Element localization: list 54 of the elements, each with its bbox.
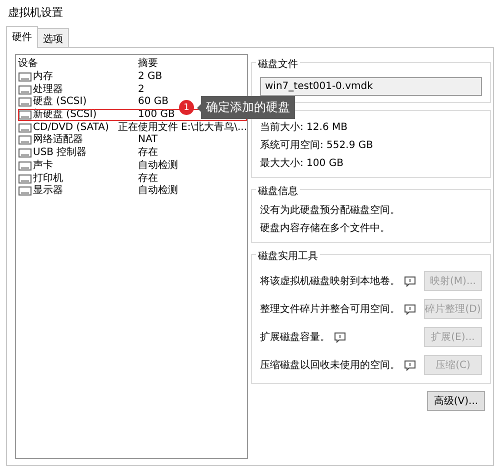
device-summary: 正在使用文件 E:\北大青鸟\... — [118, 122, 247, 134]
device-icon — [18, 135, 32, 146]
device-name[interactable]: 显示器 — [33, 185, 63, 198]
utility-text: 整理文件碎片并整合可用空间。 — [260, 302, 400, 316]
info-icon[interactable] — [404, 276, 416, 286]
info-text: 没有为此硬盘预分配磁盘空间。 — [260, 204, 401, 218]
callout-text: 确定添加的硬盘 — [201, 96, 295, 119]
utility-text: 扩展磁盘容量。 — [260, 330, 330, 344]
info-icon[interactable] — [334, 332, 346, 342]
device-summary: 自动检测 — [138, 185, 178, 198]
group-title: 磁盘实用工具 — [256, 249, 320, 263]
device-name[interactable]: USB 控制器 — [33, 147, 87, 160]
device-icon — [18, 174, 32, 184]
device-summary: 100 GB — [138, 109, 175, 122]
tab[interactable]: 选项 — [37, 28, 69, 48]
file-field[interactable]: win7_test001-0.vmdk — [260, 77, 482, 96]
group-title: 磁盘文件 — [256, 57, 300, 71]
device-name[interactable]: 网络适配器 — [33, 134, 83, 146]
device-summary: 存在 — [138, 147, 158, 160]
device-icon — [18, 160, 32, 171]
device-summary: 60 GB — [138, 96, 169, 108]
device-icon — [18, 97, 32, 108]
device-summary: 2 — [138, 84, 144, 96]
advanced-button[interactable]: 高级(V)... — [427, 391, 485, 411]
utility-text: 将该虚拟机磁盘映射到本地卷。 — [260, 274, 400, 288]
device-icon — [18, 72, 32, 82]
step-badge: 1 — [179, 100, 194, 115]
device-summary: 2 GB — [138, 71, 162, 84]
utility-text: 压缩磁盘以回收未使用的空间。 — [260, 358, 400, 372]
window-title: 虚拟机设置 — [7, 5, 64, 21]
info-icon[interactable] — [404, 304, 416, 314]
device-summary: 存在 — [138, 172, 158, 185]
device-icon — [18, 148, 32, 158]
info-icon[interactable] — [404, 360, 416, 370]
device-icon — [18, 84, 32, 95]
info-text: 系统可用空间: 552.9 GB — [260, 139, 374, 153]
column-header: 设备 — [18, 58, 38, 70]
device-name[interactable]: 打印机 — [33, 172, 63, 185]
device-name[interactable]: 声卡 — [33, 160, 53, 172]
device-name[interactable]: 内存 — [33, 71, 53, 84]
tab[interactable]: 硬件 — [6, 26, 38, 48]
device-summary: 自动检测 — [138, 160, 178, 172]
info-text: 当前大小: 12.6 MB — [260, 121, 348, 135]
info-text: 最大大小: 100 GB — [260, 157, 344, 171]
device-icon — [18, 186, 32, 196]
info-text: 硬盘内容存储在多个文件中。 — [260, 222, 391, 236]
device-name[interactable]: 硬盘 (SCSI) — [33, 96, 87, 108]
device-icon — [18, 110, 32, 120]
group-title: 磁盘信息 — [256, 184, 300, 198]
device-name[interactable]: 处理器 — [33, 84, 63, 96]
device-summary: NAT — [138, 134, 158, 146]
device-name[interactable]: CD/DVD (SATA) — [33, 122, 109, 134]
column-header: 摘要 — [138, 58, 158, 70]
device-icon — [18, 122, 32, 133]
